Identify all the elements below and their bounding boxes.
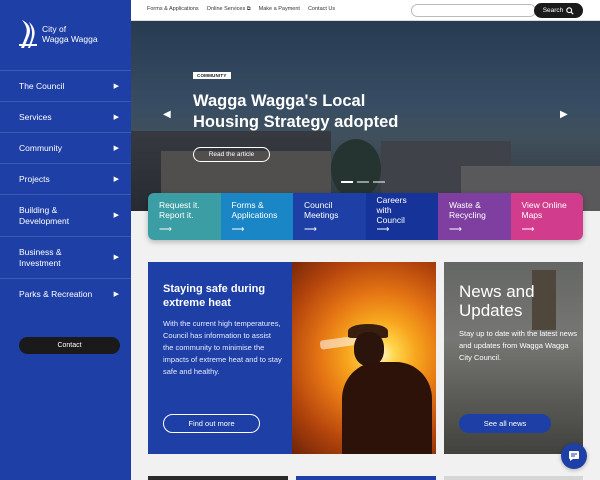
sidebar-item-projects[interactable]: Projects ▶ (0, 163, 131, 194)
card-peek (148, 476, 288, 480)
see-all-news-button[interactable]: See all news (459, 414, 551, 433)
search-button[interactable]: Search (534, 3, 583, 18)
sidebar-item-business-investment[interactable]: Business & Investment ▶ (0, 236, 131, 278)
carousel-dot[interactable] (373, 181, 385, 183)
top-link-make-payment[interactable]: Make a Payment (259, 6, 300, 13)
tile-label: Forms & Applications (231, 200, 278, 220)
news-body: Stay up to date with the latest news and… (459, 329, 577, 362)
sidebar-item-label: Building & Development (19, 204, 70, 226)
tile-careers[interactable]: Careers with Council ⟶ (365, 193, 438, 240)
sidebar-item-label: Business & Investment (19, 246, 62, 268)
top-link-forms[interactable]: Forms & Applications (147, 6, 199, 13)
card-peek (444, 476, 583, 480)
tile-online-maps[interactable]: View Online Maps ⟶ (510, 193, 583, 240)
read-article-button[interactable]: Read the article (193, 147, 270, 162)
chat-icon (569, 451, 579, 461)
arrow-right-icon: ⟶ (231, 224, 245, 234)
quick-links: Request it. Report it. ⟶ Forms & Applica… (148, 193, 583, 240)
chevron-right-icon: ▶ (113, 175, 119, 183)
site-logo[interactable]: City of Wagga Wagga (18, 18, 98, 50)
search-input[interactable] (411, 4, 536, 17)
heat-image-head (354, 332, 384, 366)
arrow-right-icon: ⟶ (159, 224, 172, 234)
tile-label: Waste & Recycling (449, 200, 486, 220)
news-card: News and Updates Stay up to date with th… (444, 262, 583, 454)
city-logo-icon (19, 20, 37, 48)
heat-image (292, 262, 436, 454)
tile-label: Request it. Report it. (159, 200, 200, 220)
arrow-right-icon: ⟶ (521, 224, 535, 234)
hero-tag: COMMUNITY (193, 72, 231, 79)
top-links: Forms & Applications Online Services ⧉ M… (147, 6, 335, 13)
carousel-dot[interactable] (341, 181, 353, 183)
sidebar-item-services[interactable]: Services ▶ (0, 101, 131, 132)
logo-line-1: City of (42, 24, 67, 34)
chevron-right-icon: ▶ (113, 212, 119, 219)
sidebar-item-building-development[interactable]: Building & Development ▶ (0, 194, 131, 236)
arrow-right-icon: ⟶ (449, 224, 462, 234)
sidebar-item-the-council[interactable]: The Council ▶ (0, 70, 131, 101)
tile-label: Careers with Council (376, 195, 407, 225)
chevron-right-icon[interactable]: ▶ (560, 109, 568, 120)
tile-forms-applications[interactable]: Forms & Applications ⟶ (220, 193, 293, 240)
external-link-icon: ⧉ (246, 6, 251, 12)
heat-title: Staying safe during extreme heat (163, 283, 266, 309)
tile-waste-recycling[interactable]: Waste & Recycling ⟶ (438, 193, 511, 240)
sidebar-item-label: Parks & Recreation (19, 288, 93, 299)
chevron-left-icon[interactable]: ◀ (163, 109, 171, 120)
search-icon (566, 6, 574, 15)
chevron-right-icon: ▶ (113, 144, 119, 152)
sidebar-nav: The Council ▶ Services ▶ Community ▶ Pro… (0, 70, 131, 309)
top-link-label: Online Services (206, 6, 246, 12)
sidebar-item-label: Projects (19, 173, 50, 184)
chevron-right-icon: ▶ (113, 290, 119, 298)
top-bar: Forms & Applications Online Services ⧉ M… (131, 0, 600, 21)
carousel-dot[interactable] (357, 181, 369, 183)
chevron-right-icon: ▶ (113, 82, 119, 90)
news-title: News and Updates (459, 282, 535, 320)
sidebar-item-label: The Council (19, 80, 65, 91)
contact-button[interactable]: Contact (19, 337, 120, 354)
tile-council-meetings[interactable]: Council Meetings ⟶ (293, 193, 366, 240)
sidebar-item-parks-recreation[interactable]: Parks & Recreation ▶ (0, 278, 131, 309)
carousel-dots (341, 181, 385, 183)
sidebar-item-label: Community (19, 142, 62, 153)
top-link-contact-us[interactable]: Contact Us (308, 6, 335, 13)
top-link-online-services[interactable]: Online Services ⧉ (207, 6, 251, 13)
chevron-right-icon: ▶ (113, 254, 119, 261)
chevron-right-icon: ▶ (113, 113, 119, 121)
search-label: Search (542, 7, 564, 14)
sidebar: City of Wagga Wagga The Council ▶ Servic… (0, 0, 131, 480)
heat-image-body (342, 362, 432, 454)
sidebar-item-label: Services (19, 111, 52, 122)
arrow-right-icon: ⟶ (304, 224, 317, 234)
logo-text: City of Wagga Wagga (42, 24, 98, 44)
chat-button[interactable] (561, 443, 587, 469)
hero-banner: COMMUNITY Wagga Wagga's Local Housing St… (131, 21, 600, 211)
find-out-more-button[interactable]: Find out more (163, 414, 260, 433)
tile-label: Council Meetings (304, 200, 339, 220)
arrow-right-icon: ⟶ (376, 224, 390, 234)
logo-line-2: Wagga Wagga (42, 34, 98, 44)
sidebar-item-community[interactable]: Community ▶ (0, 132, 131, 163)
tile-request-report[interactable]: Request it. Report it. ⟶ (148, 193, 221, 240)
card-peek (296, 476, 436, 480)
extreme-heat-card: Staying safe during extreme heat With th… (148, 262, 436, 454)
tile-label: View Online Maps (521, 200, 567, 220)
heat-body: With the current high temperatures, Coun… (163, 319, 282, 376)
hero-title: Wagga Wagga's Local Housing Strategy ado… (193, 92, 399, 131)
